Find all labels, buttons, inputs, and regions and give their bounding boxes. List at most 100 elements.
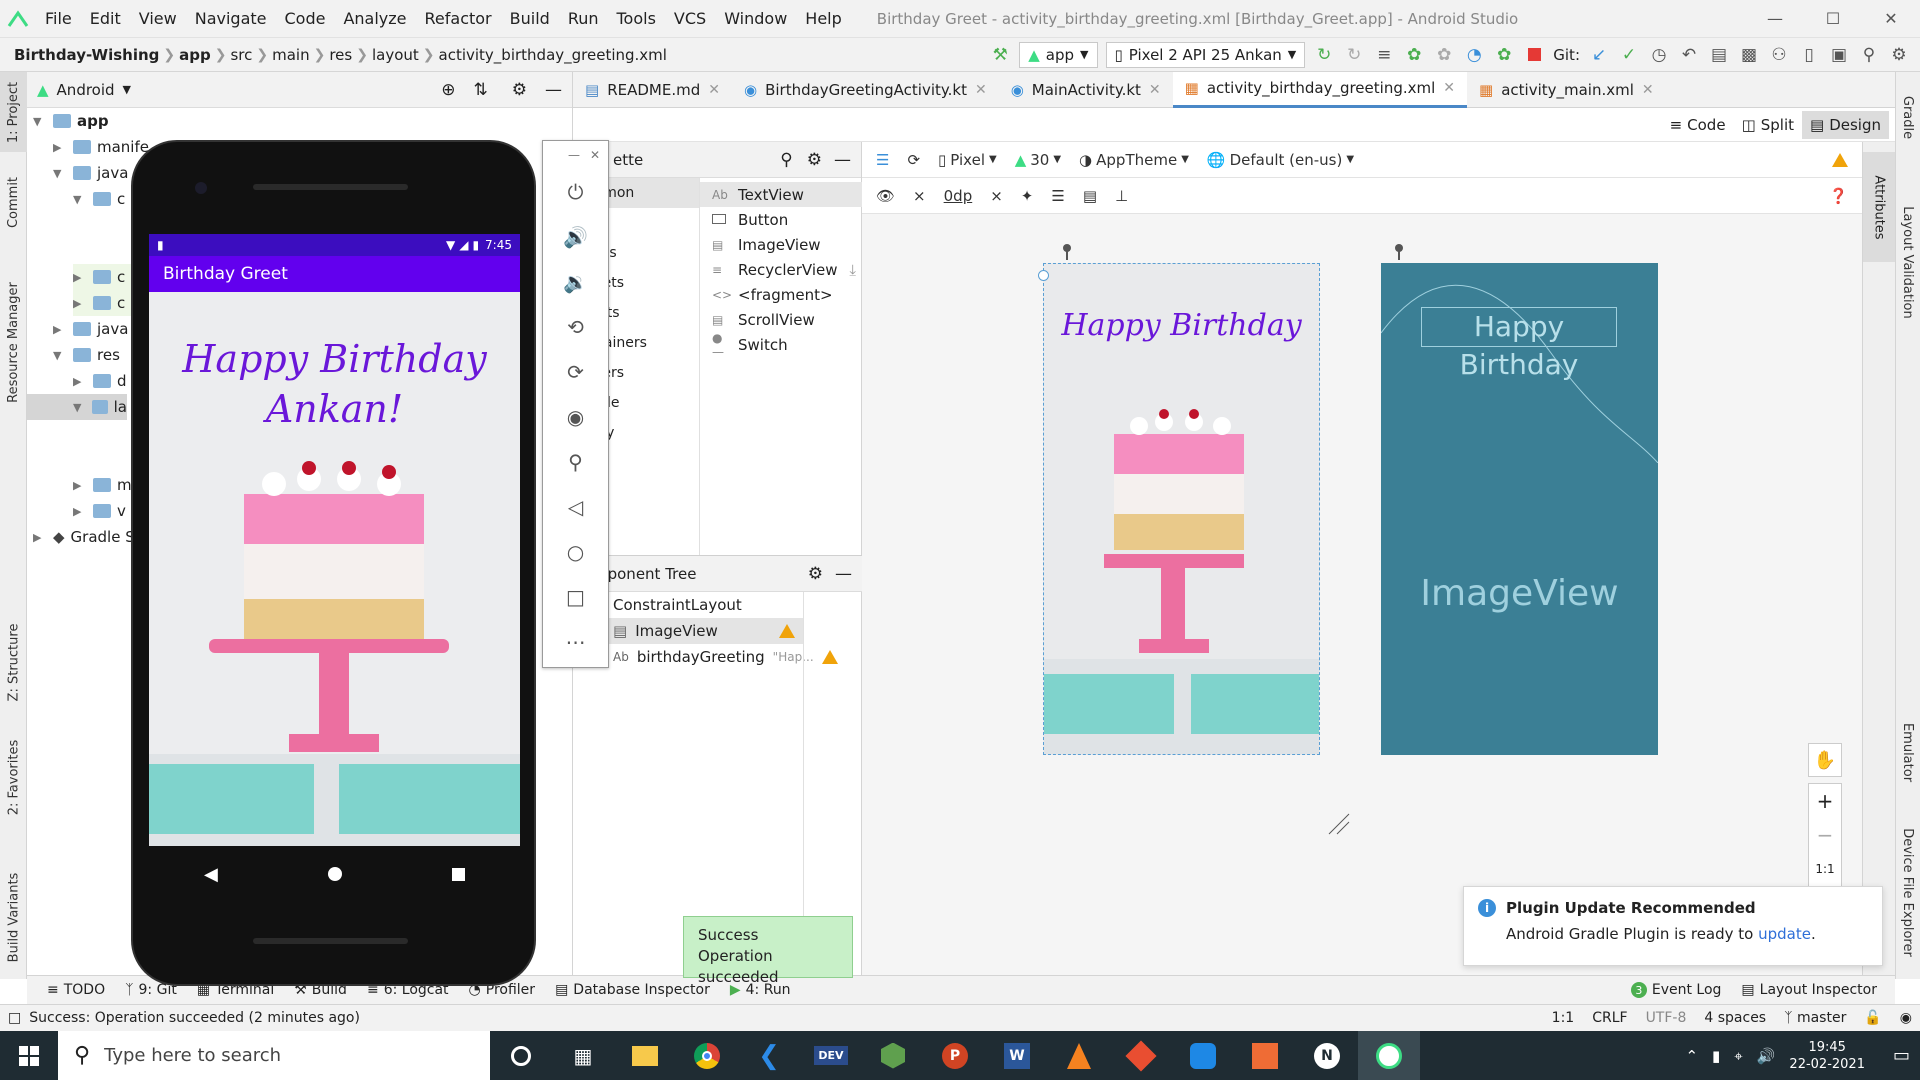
align-icon[interactable]: ▤ — [1077, 187, 1103, 205]
menu-build[interactable]: Build — [501, 9, 559, 28]
file-encoding[interactable]: UTF-8 — [1646, 1010, 1687, 1026]
warning-icon[interactable] — [779, 624, 795, 638]
git-commit-icon[interactable]: ✓ — [1614, 41, 1644, 69]
tab-main-activity[interactable]: ◉ MainActivity.kt ✕ — [999, 72, 1173, 108]
indent-setting[interactable]: 4 spaces — [1704, 1010, 1766, 1026]
settings-icon[interactable]: ⚙ — [1884, 41, 1914, 69]
file-explorer-icon[interactable] — [614, 1031, 676, 1080]
device-select[interactable]: ▯ Pixel 2 API 25 Ankan ▼ — [1105, 41, 1306, 68]
nodejs-icon[interactable] — [862, 1031, 924, 1080]
tree-values[interactable]: ▶ v — [73, 498, 126, 524]
pin-icon[interactable] — [1391, 242, 1407, 262]
minimize-icon[interactable]: — — [568, 148, 580, 162]
warning-icon[interactable] — [1826, 152, 1854, 167]
close-tab-icon[interactable]: ✕ — [975, 82, 987, 98]
tab-device-file-explorer[interactable]: Device File Explorer — [1895, 812, 1920, 972]
git-history-icon[interactable]: ◷ — [1644, 41, 1674, 69]
mode-design-button[interactable]: ▤ Design — [1802, 110, 1889, 139]
maximize-icon[interactable]: ☐ — [1804, 9, 1862, 28]
breadcrumb-main[interactable]: main — [268, 46, 313, 64]
taskbar-search-input[interactable]: Type here to search — [104, 1045, 281, 1066]
palette-item-fragment[interactable]: <> <fragment> — [700, 282, 862, 307]
tab-readme[interactable]: ▤ README.md ✕ — [573, 72, 732, 108]
hide-icon[interactable]: — — [834, 150, 851, 170]
notification-icon[interactable]: ▭ — [1893, 1045, 1910, 1066]
zoom-out-icon[interactable]: − — [1809, 818, 1841, 852]
palette-item-switch[interactable]: ●— Switch — [700, 331, 862, 359]
cortana-icon[interactable] — [490, 1031, 552, 1080]
menu-analyze[interactable]: Analyze — [334, 9, 415, 28]
tab-project[interactable]: 1: Project — [0, 72, 27, 152]
back-icon[interactable]: ◁ — [543, 484, 608, 529]
menu-view[interactable]: View — [130, 9, 186, 28]
minimize-icon[interactable]: — — [1746, 9, 1804, 28]
powerpoint-icon[interactable]: P — [924, 1031, 986, 1080]
close-tab-icon[interactable]: ✕ — [1642, 82, 1654, 98]
locate-icon[interactable]: ⊕ — [441, 80, 455, 100]
phone-screen[interactable]: ▮ ▼ ◢ ▮ 7:45 Birthday Greet Happy Birthd… — [149, 234, 520, 846]
sdk-manager-icon[interactable]: ▣ — [1824, 41, 1854, 69]
tree-drawable[interactable]: ▶ d — [73, 368, 127, 394]
tree-layout[interactable]: ▼ la — [27, 394, 127, 420]
git-branch[interactable]: ᛉ master — [1784, 1010, 1846, 1026]
hide-icon[interactable]: — — [835, 564, 852, 584]
apply-code-changes-icon[interactable]: ↻ — [1339, 41, 1369, 69]
default-margin-button[interactable]: 0dp — [938, 187, 979, 205]
hammer-icon[interactable]: ⚒ — [985, 41, 1015, 69]
infer-constraints-icon[interactable]: ✦ — [1015, 187, 1040, 205]
messenger-icon[interactable] — [1172, 1031, 1234, 1080]
tab-favorites[interactable]: 2: Favorites — [0, 722, 27, 832]
pan-icon[interactable]: ✋ — [1808, 743, 1842, 777]
constraint-handle[interactable] — [1038, 270, 1049, 281]
stop-icon[interactable] — [1519, 41, 1549, 69]
menu-code[interactable]: Code — [276, 9, 335, 28]
tab-build-variants[interactable]: Build Variants — [0, 862, 27, 972]
chrome-icon[interactable] — [676, 1031, 738, 1080]
volume-icon[interactable]: 🔊 — [1757, 1047, 1776, 1065]
guidelines-icon[interactable]: ⊥ — [1109, 187, 1134, 205]
tab-gradle[interactable]: Gradle — [1895, 72, 1920, 162]
back-icon[interactable]: ◀ — [204, 864, 218, 885]
eye-icon[interactable]: 👁 — [870, 187, 901, 205]
breadcrumb-layout[interactable]: layout — [368, 46, 423, 64]
chevron-up-icon[interactable]: ⌃ — [1685, 1047, 1698, 1065]
close-icon[interactable]: ✕ — [1862, 9, 1920, 28]
breadcrumb-module[interactable]: app — [175, 46, 215, 64]
palette-item-button[interactable]: Button — [700, 207, 862, 232]
menu-file[interactable]: File — [36, 9, 81, 28]
notion-icon[interactable]: N — [1296, 1031, 1358, 1080]
gear-icon[interactable]: ⚙ — [807, 150, 822, 170]
tab-resource-manager[interactable]: Resource Manager — [0, 272, 27, 412]
pin-icon[interactable] — [1059, 242, 1075, 262]
tree-java[interactable]: ▼ java — [53, 160, 128, 186]
close-tab-icon[interactable]: ✕ — [1149, 82, 1161, 98]
git-rollback-icon[interactable]: ↶ — [1674, 41, 1704, 69]
breadcrumb-src[interactable]: src — [226, 46, 256, 64]
attach-icon[interactable]: ✿ — [1429, 41, 1459, 69]
palette-item-recyclerview[interactable]: ≡ RecyclerView ⤓ — [700, 257, 862, 282]
update-link[interactable]: update — [1758, 925, 1811, 943]
menu-tools[interactable]: Tools — [608, 9, 665, 28]
search-icon[interactable]: ⚲ — [780, 150, 792, 170]
tree-manifests[interactable]: ▶ manife — [53, 134, 149, 160]
tab-event-log[interactable]: 3 Event Log — [1621, 976, 1732, 1005]
tab-database-inspector[interactable]: ▤ Database Inspector — [545, 976, 720, 1005]
taskbar-clock[interactable]: 19:45 22-02-2021 — [1789, 1039, 1865, 1073]
recents-icon[interactable] — [451, 867, 465, 881]
git-kraken-icon[interactable] — [1110, 1031, 1172, 1080]
debug-icon[interactable]: ✿ — [1399, 41, 1429, 69]
vscode-icon[interactable]: ❮ — [738, 1031, 800, 1080]
tree-res[interactable]: ▼ res — [53, 342, 120, 368]
apply-changes-icon[interactable]: ↻ — [1309, 41, 1339, 69]
home-icon[interactable] — [327, 867, 342, 881]
layers-icon[interactable]: ☰ — [870, 151, 895, 169]
battery-icon[interactable]: ▮ — [1712, 1047, 1720, 1065]
hide-icon[interactable]: — — [545, 80, 562, 100]
mode-code-button[interactable]: ≡ Code — [1662, 111, 1734, 139]
api-select[interactable]: ▲ 30 ▼ — [1009, 151, 1067, 169]
device-select[interactable]: ▯ Pixel ▼ — [932, 151, 1003, 169]
tab-layout-validation[interactable]: Layout Validation — [1895, 172, 1920, 352]
close-icon[interactable]: ✕ — [590, 148, 600, 162]
volume-up-icon[interactable]: 🔊 — [543, 214, 608, 259]
collapse-icon[interactable]: ⇅ — [474, 80, 488, 100]
